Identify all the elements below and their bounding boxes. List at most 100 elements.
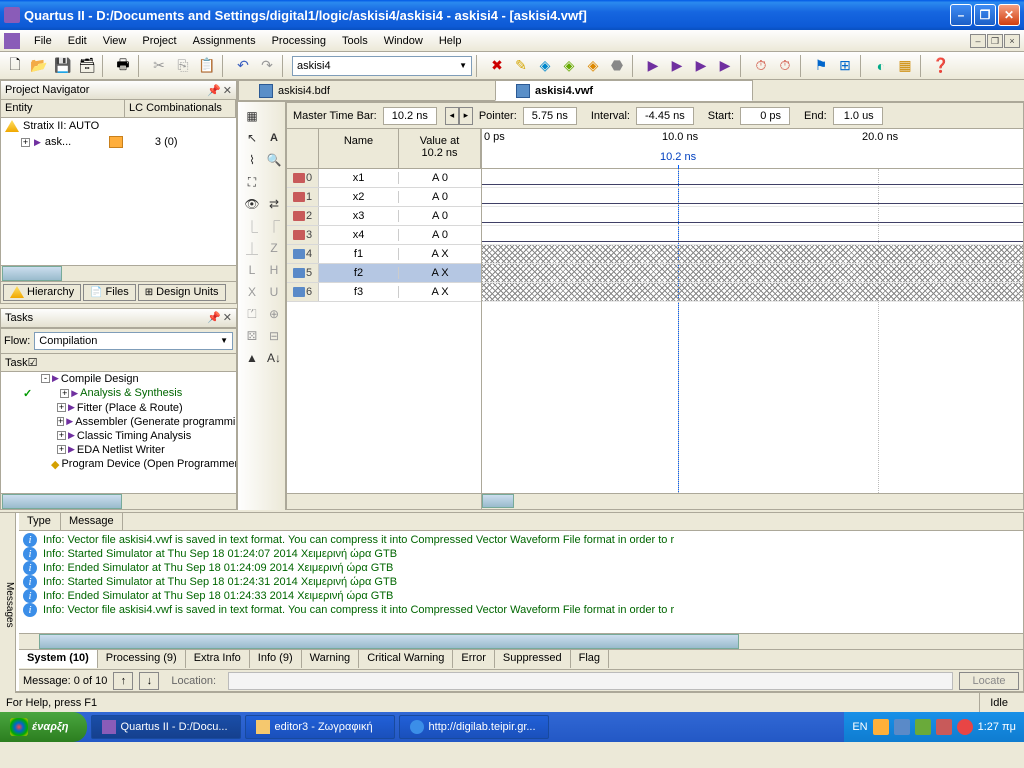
flow-combo[interactable]: Compilation▼ xyxy=(34,332,233,350)
settings3-icon[interactable]: ◈ xyxy=(582,55,604,77)
menu-window[interactable]: Window xyxy=(376,32,431,50)
task-timing[interactable]: +▶Classic Timing Analysis xyxy=(1,429,236,443)
time-ruler[interactable]: 0 ps 10.0 ns 20.0 ns 10.2 ns xyxy=(482,129,1023,169)
menu-tools[interactable]: Tools xyxy=(334,32,376,50)
waveform-row[interactable] xyxy=(482,245,1023,264)
msgtab-processing[interactable]: Processing (9) xyxy=(98,649,186,668)
tray-volume-icon[interactable] xyxy=(936,719,952,735)
start-compile-icon[interactable]: ▶ xyxy=(642,55,664,77)
signal-row[interactable]: 2x3A 0 xyxy=(287,207,481,226)
weak-high-icon[interactable]: H xyxy=(264,260,284,280)
system-tray[interactable]: EN 1:27 πμ xyxy=(844,712,1024,742)
count-icon[interactable]: ⊕ xyxy=(264,304,284,324)
mdi-minimize[interactable]: – xyxy=(970,34,986,48)
start-simulation-icon[interactable]: ▶ xyxy=(690,55,712,77)
close-button[interactable]: ✕ xyxy=(998,4,1020,26)
low-icon[interactable]: ⎿ xyxy=(242,216,262,236)
waveform-canvas[interactable]: 0 ps 10.0 ns 20.0 ns 10.2 ns xyxy=(482,129,1023,493)
menu-assignments[interactable]: Assignments xyxy=(185,32,264,50)
undo-icon[interactable]: ↶ xyxy=(232,55,254,77)
navigator-hscroll[interactable] xyxy=(1,265,236,281)
group-icon[interactable]: ▦ xyxy=(242,106,262,126)
tray-icon[interactable] xyxy=(894,719,910,735)
time-prev-button[interactable]: ◂ xyxy=(445,107,459,125)
waveform-row[interactable] xyxy=(482,264,1023,283)
signal-row[interactable]: 5f2A X xyxy=(287,264,481,283)
master-time-value[interactable]: 10.2 ns xyxy=(383,107,437,125)
hz-icon[interactable]: Z xyxy=(264,238,284,258)
chip-icon[interactable]: ⚑ xyxy=(810,55,832,77)
text-icon[interactable]: A xyxy=(264,128,284,148)
msgtab-error[interactable]: Error xyxy=(453,649,494,668)
start-button[interactable]: έναρξη xyxy=(0,712,87,742)
taskbar-browser[interactable]: http://digilab.teipir.gr... xyxy=(399,715,549,739)
find-icon[interactable]: 👁 xyxy=(242,194,262,214)
msgtab-flag[interactable]: Flag xyxy=(571,649,609,668)
pin-icon[interactable]: 📌 xyxy=(207,311,221,324)
menu-view[interactable]: View xyxy=(95,32,135,50)
pointer-icon[interactable]: ↖ xyxy=(242,128,262,148)
locate-button[interactable]: Locate xyxy=(959,672,1019,690)
task-eda[interactable]: +▶EDA Netlist Writer xyxy=(1,443,236,457)
waveform-row[interactable] xyxy=(482,283,1023,302)
message-row[interactable]: iInfo: Vector file askisi4.vwf is saved … xyxy=(21,533,1021,547)
help-icon[interactable]: ❓ xyxy=(930,55,952,77)
panel-close-icon[interactable]: ✕ xyxy=(223,311,232,324)
msgtab-suppressed[interactable]: Suppressed xyxy=(495,649,571,668)
dc-icon[interactable]: X xyxy=(242,282,262,302)
msgtab-system[interactable]: System (10) xyxy=(19,649,98,668)
messages-hscroll[interactable] xyxy=(19,633,1023,649)
expand-icon[interactable]: + xyxy=(21,138,30,147)
save-all-icon[interactable]: 🗃 xyxy=(76,55,98,77)
signal-row[interactable]: 0x1A 0 xyxy=(287,169,481,188)
start-value[interactable]: 0 ps xyxy=(740,107,790,125)
redo-icon[interactable]: ↷ xyxy=(256,55,278,77)
overwrite-clock-icon[interactable]: ⏍ xyxy=(242,304,262,324)
task-analysis[interactable]: ✓+▶Analysis & Synthesis xyxy=(1,386,236,401)
start-analysis-icon[interactable]: ▶ xyxy=(666,55,688,77)
cut-icon[interactable]: ✂ xyxy=(148,55,170,77)
timing-icon[interactable]: ⏱ xyxy=(750,55,772,77)
message-list[interactable]: iInfo: Vector file askisi4.vwf is saved … xyxy=(19,531,1023,633)
weak-low-icon[interactable]: L xyxy=(242,260,262,280)
msgtab-warning[interactable]: Warning xyxy=(302,649,360,668)
sort-down-icon[interactable]: A↓ xyxy=(264,348,284,368)
timing2-icon[interactable]: ⏱ xyxy=(774,55,796,77)
tasks-hscroll[interactable] xyxy=(1,493,236,509)
wave-hscroll[interactable] xyxy=(482,493,1023,509)
sig-hscroll[interactable] xyxy=(287,493,482,509)
language-indicator[interactable]: EN xyxy=(852,721,867,733)
paste-icon[interactable]: 📋 xyxy=(196,55,218,77)
replace-icon[interactable]: ⇄ xyxy=(264,194,284,214)
signal-row[interactable]: 6f3A X xyxy=(287,283,481,302)
maximize-button[interactable]: ❐ xyxy=(974,4,996,26)
waveform-row[interactable] xyxy=(482,226,1023,245)
compile-sim-icon[interactable]: ▶ xyxy=(714,55,736,77)
location-input[interactable] xyxy=(228,672,953,690)
signal-row[interactable]: 4f1A X xyxy=(287,245,481,264)
waveform-row[interactable] xyxy=(482,169,1023,188)
waveform-row[interactable] xyxy=(482,207,1023,226)
msgtab-info[interactable]: Info (9) xyxy=(250,649,302,668)
stop-processing-icon[interactable]: ✖ xyxy=(486,55,508,77)
unknown-icon[interactable]: U xyxy=(264,282,284,302)
minimize-button[interactable]: – xyxy=(950,4,972,26)
tab-design[interactable]: ⊞Design Units xyxy=(138,284,226,301)
waveform-row[interactable] xyxy=(482,188,1023,207)
tool1-icon[interactable]: ◐ xyxy=(870,55,892,77)
inv-icon[interactable]: ⏊ xyxy=(242,238,262,258)
menu-help[interactable]: Help xyxy=(431,32,470,50)
message-row[interactable]: iInfo: Vector file askisi4.vwf is saved … xyxy=(21,603,1021,617)
tree-child[interactable]: + ▶ ask... 3 (0) xyxy=(1,134,236,150)
task-fitter[interactable]: +▶Fitter (Place & Route) xyxy=(1,401,236,415)
project-combo[interactable]: askisi4 ▼ xyxy=(292,56,472,76)
task-program[interactable]: ◆Program Device (Open Programmer) xyxy=(1,457,236,472)
snap-icon[interactable]: ⊟ xyxy=(264,326,284,346)
high-icon[interactable]: ⎾ xyxy=(264,216,284,236)
zoom-icon[interactable]: 🔍 xyxy=(264,150,284,170)
msg-next-button[interactable]: ↓ xyxy=(139,672,159,690)
programmer-icon[interactable]: ⊞ xyxy=(834,55,856,77)
tree-root[interactable]: Stratix II: AUTO xyxy=(1,118,236,134)
save-icon[interactable]: 💾 xyxy=(52,55,74,77)
menu-project[interactable]: Project xyxy=(134,32,184,50)
